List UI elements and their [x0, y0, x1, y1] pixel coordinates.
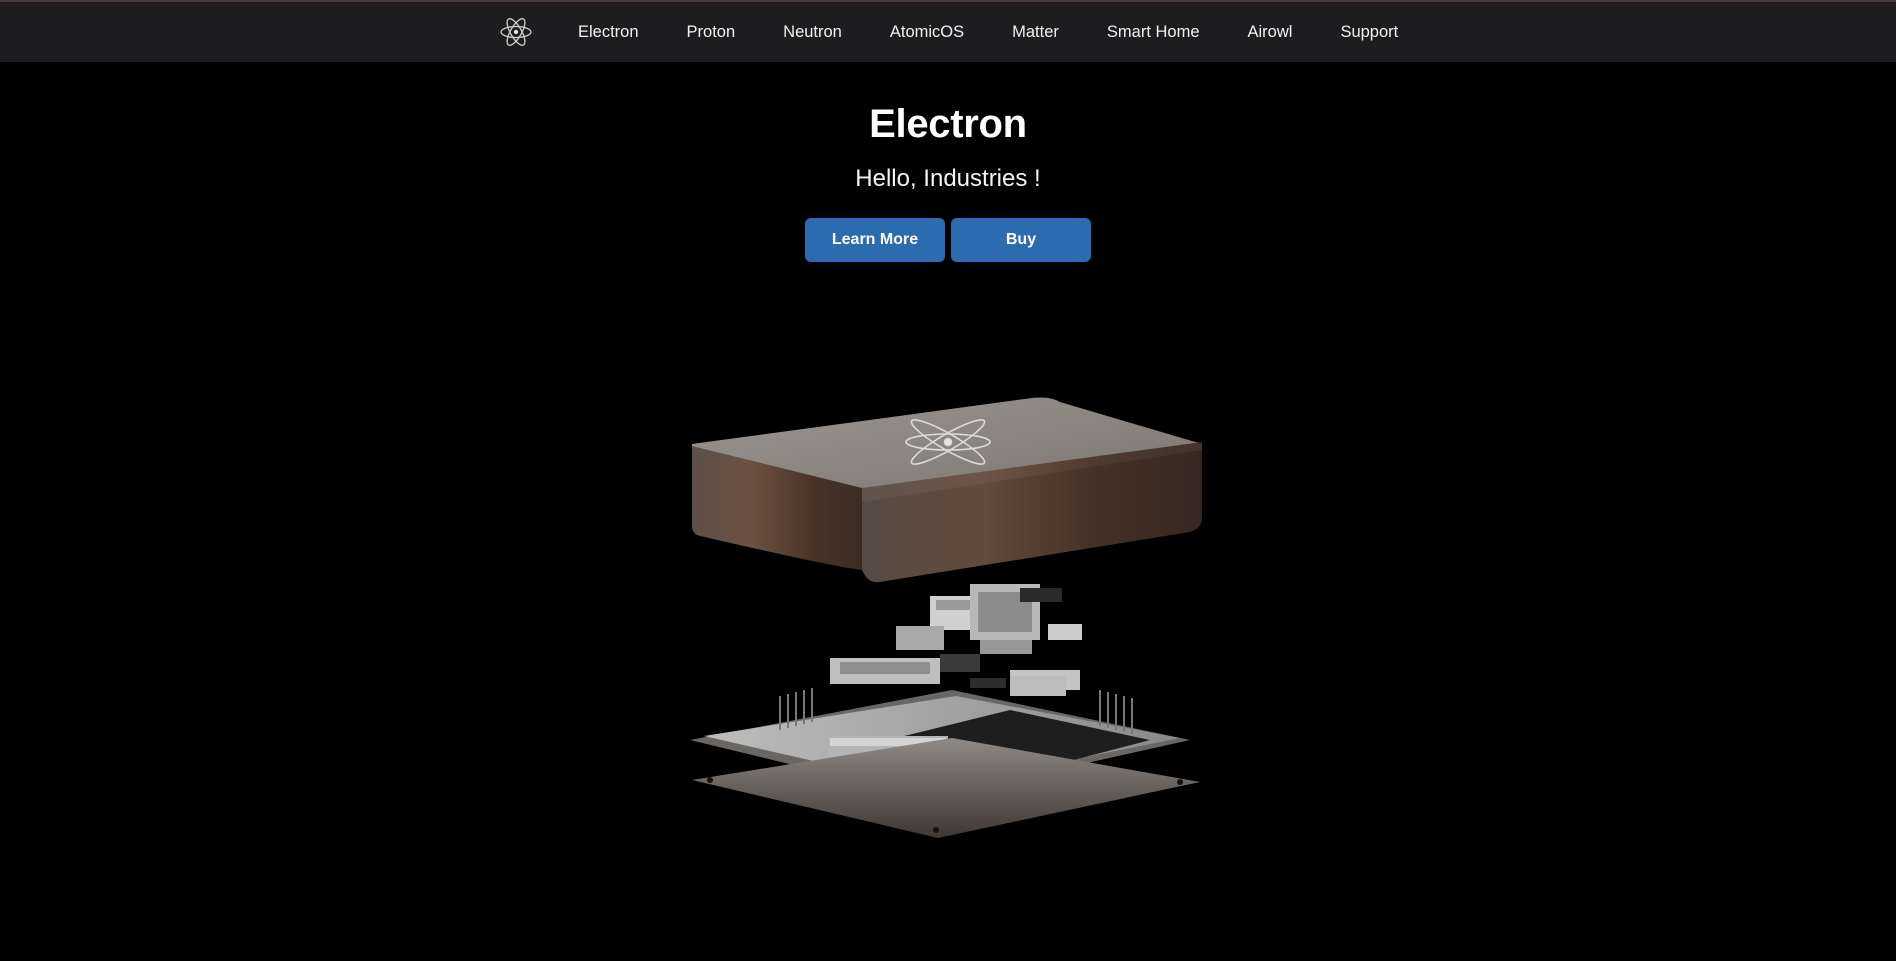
- atom-icon[interactable]: [498, 14, 534, 50]
- hero-subtitle: Hello, Industries !: [855, 165, 1041, 192]
- nav-item-neutron[interactable]: Neutron: [783, 23, 842, 42]
- nav-item-electron[interactable]: Electron: [578, 23, 639, 42]
- nav-inner: Electron Proton Neutron AtomicOS Matter …: [498, 2, 1398, 62]
- top-navbar: Electron Proton Neutron AtomicOS Matter …: [0, 2, 1896, 62]
- nav-item-proton[interactable]: Proton: [687, 23, 736, 42]
- hero-button-row: Learn More Buy: [0, 218, 1896, 262]
- component-cluster: [830, 584, 1082, 690]
- nav-item-atomicos[interactable]: AtomicOS: [890, 23, 964, 42]
- exploded-device-image: [680, 390, 1220, 860]
- nav-item-airowl[interactable]: Airowl: [1248, 23, 1293, 42]
- nav-item-matter[interactable]: Matter: [1012, 23, 1059, 42]
- hero-section: Electron Hello, Industries ! Learn More …: [0, 62, 1896, 262]
- learn-more-button[interactable]: Learn More: [805, 218, 945, 262]
- nav-item-smart-home[interactable]: Smart Home: [1107, 23, 1200, 42]
- case-lid: [692, 397, 1202, 583]
- nav-item-support[interactable]: Support: [1340, 23, 1398, 42]
- page-title: Electron: [869, 102, 1027, 146]
- buy-button[interactable]: Buy: [951, 218, 1091, 262]
